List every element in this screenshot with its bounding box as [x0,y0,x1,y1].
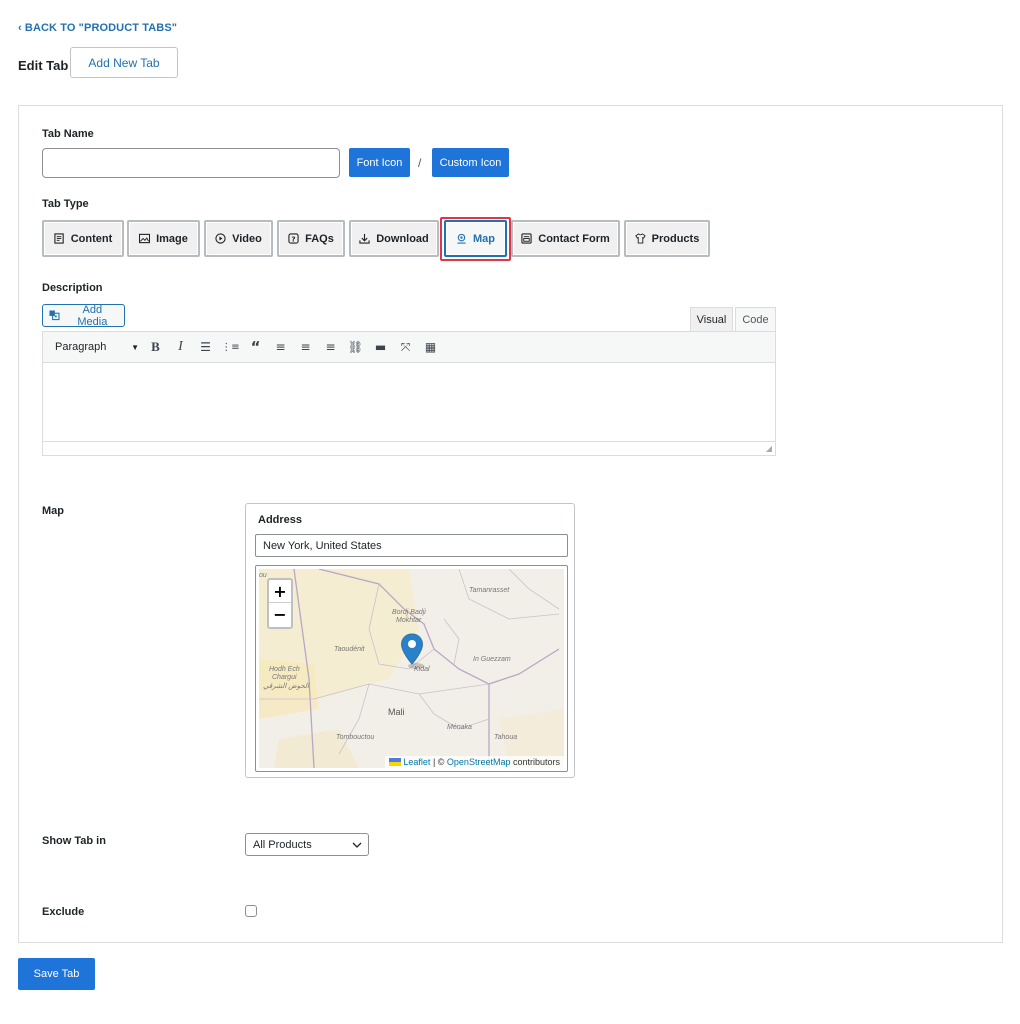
map-label: Map [42,505,64,517]
exclude-checkbox[interactable] [245,905,257,917]
tab-type-image-button[interactable]: Image [127,220,200,257]
video-icon [215,233,226,244]
read-more-icon[interactable]: ▬ [368,337,393,357]
place-tombouctou: Tombouctou [336,734,375,741]
tab-code[interactable]: Code [735,307,776,332]
place-hodh-1: Hodh Ech [269,666,300,673]
place-tahoua: Tahoua [494,734,518,741]
map-attribution: Leaflet | © OpenStreetMap contributors [384,756,564,768]
map-pin-icon [457,233,466,244]
description-editor[interactable]: Paragraph ▼ B I ☰ ⋮≡ “ ≡ ≡ ≡ ⛓ ▬ ⤧ ▦ ◢ [42,331,776,456]
icon-separator: / [418,156,422,170]
tab-type-video-button[interactable]: Video [204,220,273,257]
add-media-label: Add Media [77,303,108,328]
place-mokhtar: Mokhtar [396,617,422,624]
map-marker-icon[interactable] [400,633,424,671]
back-link-label: BACK TO "PRODUCT TABS" [24,22,178,34]
place-in-guezzam: In Guezzam [473,656,511,663]
show-tab-in-select[interactable]: All Products [245,833,369,856]
add-media-button[interactable]: Add Media [42,303,125,328]
custom-icon-button[interactable]: Custom Icon [432,148,509,177]
align-left-icon[interactable]: ≡ [268,337,293,357]
svg-text:?: ? [291,234,295,243]
openstreetmap-link[interactable]: OpenStreetMap [447,757,511,767]
tab-type-label-faqs: FAQs [305,232,334,245]
numbered-list-icon[interactable]: ⋮≡ [218,337,243,357]
image-icon [139,233,151,244]
back-to-product-tabs-link[interactable]: ‹ BACK TO "PRODUCT TABS" [18,22,177,34]
tab-type-label: Tab Type [42,198,89,210]
align-center-icon[interactable]: ≡ [293,337,318,357]
paragraph-format-value: Paragraph [55,341,107,353]
content-icon [54,233,64,244]
tab-name-input[interactable] [42,148,340,178]
address-input[interactable]: New York, United States [255,534,568,557]
font-icon-button[interactable]: Font Icon [349,148,410,177]
tab-type-faqs-button[interactable]: ? FAQs [277,220,345,257]
toolbar-toggle-icon[interactable]: ▦ [418,337,443,357]
tab-type-products-button[interactable]: Products [624,220,710,257]
attribution-separator: | © [430,757,447,767]
tab-type-label-map: Map [473,232,495,245]
italic-icon[interactable]: I [168,337,193,357]
map-frame: Tamanrasset Bordj Badji Mokhtar Taoudéni… [255,565,568,772]
tab-type-label-products: Products [651,232,700,245]
tab-type-download-button[interactable]: Download [349,220,439,257]
map-canvas[interactable]: Tamanrasset Bordj Badji Mokhtar Taoudéni… [259,569,564,768]
map-zoom-control: + − [267,578,293,629]
leaflet-link[interactable]: Leaflet [403,757,430,767]
add-media-icon [49,310,60,321]
place-hodh-3: الحوض الشرقي [263,683,309,690]
chevron-down-icon [352,842,362,848]
link-icon[interactable]: ⛓ [343,337,368,357]
bulleted-list-icon[interactable]: ☰ [193,337,218,357]
tab-type-label-video: Video [232,232,262,245]
download-icon [359,233,370,244]
paragraph-format-select[interactable]: Paragraph ▼ [48,337,143,357]
tab-type-label-contact-form: Contact Form [538,232,610,245]
tab-type-label-image: Image [156,232,188,245]
place-hodh-2: Chargui [272,674,297,681]
editor-statusbar: ◢ [43,441,775,455]
ukraine-flag-icon [388,758,401,766]
tab-type-map-button[interactable]: Map [444,220,507,257]
tab-name-label: Tab Name [42,128,94,140]
show-tab-in-value: All Products [253,838,312,851]
bold-icon[interactable]: B [143,337,168,357]
faq-icon: ? [288,233,299,244]
contact-form-icon [521,233,532,244]
tab-type-contact-form-button[interactable]: Contact Form [511,220,620,257]
fullscreen-icon[interactable]: ⤧ [393,337,418,357]
resize-handle-icon[interactable]: ◢ [766,444,772,453]
attribution-suffix: contributors [510,757,560,767]
dropdown-arrow-icon: ▼ [131,342,139,352]
shirt-icon [634,233,646,244]
place-edge: ou [259,572,267,579]
zoom-out-button[interactable]: − [269,603,291,626]
show-tab-in-label: Show Tab in [42,835,106,847]
tab-type-label-content: Content [70,232,113,245]
place-menaka: Ménaka [447,724,472,731]
description-label: Description [42,282,103,294]
exclude-label: Exclude [42,906,85,918]
place-mali: Mali [388,707,405,717]
place-taoudenit: Taoudénit [334,646,365,653]
map-settings-box: Address New York, United States Tamanras… [245,503,575,778]
tab-type-label-download: Download [376,232,429,245]
address-label: Address [258,514,303,526]
add-new-tab-button[interactable]: Add New Tab [70,47,178,78]
tab-type-content-button[interactable]: Content [42,220,124,257]
align-right-icon[interactable]: ≡ [318,337,343,357]
editor-toolbar: Paragraph ▼ B I ☰ ⋮≡ “ ≡ ≡ ≡ ⛓ ▬ ⤧ ▦ [43,332,775,363]
save-tab-button[interactable]: Save Tab [18,958,95,990]
place-tamanrasset: Tamanrasset [469,587,510,594]
zoom-in-button[interactable]: + [269,580,291,603]
page-title: Edit Tab [18,58,69,73]
tab-visual[interactable]: Visual [690,307,733,332]
place-bordj: Bordj Badji [392,609,426,616]
blockquote-icon[interactable]: “ [243,337,268,357]
